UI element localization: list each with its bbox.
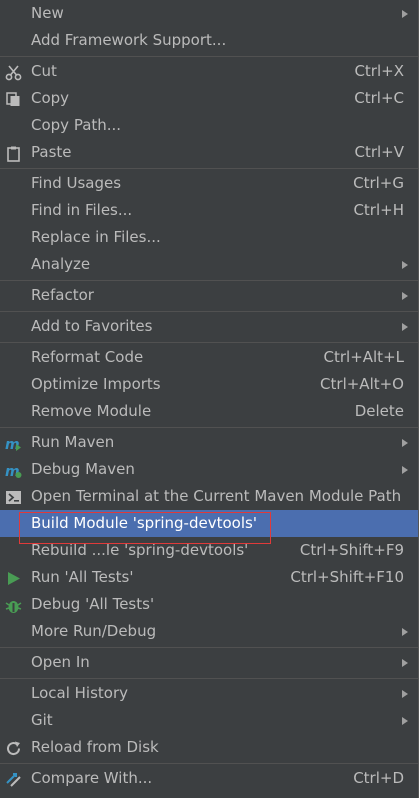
menu-item-shortcut: Ctrl+Alt+O [320, 375, 404, 393]
menu-item-optimize-imports[interactable]: Optimize Imports Ctrl+Alt+O [0, 371, 418, 398]
menu-item-copy-path[interactable]: Copy Path... [0, 112, 418, 139]
menu-item-label: Refactor [31, 286, 94, 304]
menu-item-add-to-favorites[interactable]: Add to Favorites [0, 313, 418, 340]
reload-icon [5, 739, 22, 756]
menu-separator [0, 763, 418, 764]
menu-item-label: Copy [31, 89, 70, 107]
menu-item-label: Remove Module [31, 402, 152, 420]
menu-item-find-in-files[interactable]: Find in Files... Ctrl+H [0, 197, 418, 224]
menu-item-label: Git [31, 711, 53, 729]
submenu-arrow-icon [402, 659, 408, 667]
menu-item-label: Open In [31, 653, 90, 671]
menu-item-rebuild-le-spring-devtools[interactable]: Rebuild ...le 'spring-devtools' Ctrl+Shif… [0, 537, 418, 564]
submenu-arrow-icon [402, 261, 408, 269]
menu-item-label: Replace in Files... [31, 228, 161, 246]
menu-item-label: Optimize Imports [31, 375, 161, 393]
menu-item-reformat-code[interactable]: Reformat Code Ctrl+Alt+L [0, 344, 418, 371]
menu-item-label: Debug 'All Tests' [31, 595, 155, 613]
submenu-arrow-icon [402, 439, 408, 447]
menu-item-label: Compare With... [31, 769, 153, 787]
menu-item-label: Local History [31, 684, 129, 702]
menu-item-label: Run 'All Tests' [31, 568, 134, 586]
menu-item-open-in[interactable]: Open In [0, 649, 418, 676]
submenu-arrow-icon [402, 466, 408, 474]
menu-item-replace-in-files[interactable]: Replace in Files... [0, 224, 418, 251]
submenu-arrow-icon [402, 10, 408, 18]
menu-item-shortcut: Ctrl+Shift+F10 [290, 568, 404, 586]
menu-item-label: Paste [31, 143, 72, 161]
context-menu: New Add Framework Support... Cut Ctrl+X Copy… [0, 0, 419, 798]
menu-item-local-history[interactable]: Local History [0, 680, 418, 707]
menu-item-label: Find in Files... [31, 201, 133, 219]
menu-item-find-usages[interactable]: Find Usages Ctrl+G [0, 170, 418, 197]
scissors-icon [5, 63, 22, 81]
menu-item-shortcut: Delete [354, 402, 404, 420]
menu-item-label: Analyze [31, 255, 91, 273]
menu-item-debug-maven[interactable]: m Debug Maven [0, 456, 418, 483]
submenu-arrow-icon [402, 323, 408, 331]
menu-item-shortcut: Ctrl+Shift+F9 [299, 541, 404, 559]
menu-item-label: Cut [31, 62, 57, 80]
menu-item-label: Reload from Disk [31, 738, 159, 756]
run-icon [5, 569, 22, 586]
menu-item-shortcut: Ctrl+D [353, 769, 404, 787]
menu-item-paste[interactable]: Paste Ctrl+V [0, 139, 418, 166]
menu-item-reload-from-disk[interactable]: Reload from Disk [0, 734, 418, 761]
menu-separator [0, 427, 418, 428]
menu-separator [0, 280, 418, 281]
menu-separator [0, 168, 418, 169]
menu-separator [0, 56, 418, 57]
menu-separator [0, 678, 418, 679]
menu-item-add-framework-support[interactable]: Add Framework Support... [0, 27, 418, 54]
menu-separator [0, 342, 418, 343]
menu-item-label: New [31, 4, 64, 22]
menu-item-open-terminal-at-the-current-maven-module-path[interactable]: Open Terminal at the Current Maven Modul… [0, 483, 418, 510]
menu-item-shortcut: Ctrl+H [353, 201, 404, 219]
terminal-icon [5, 488, 22, 505]
maven-debug-icon: m [5, 461, 22, 480]
submenu-arrow-icon [402, 717, 408, 725]
menu-item-label: Copy Path... [31, 116, 122, 134]
menu-item-label: More Run/Debug [31, 622, 157, 640]
menu-item-shortcut: Ctrl+V [354, 143, 404, 161]
menu-item-remove-module[interactable]: Remove Module Delete [0, 398, 418, 425]
menu-item-label: Add Framework Support... [31, 31, 227, 49]
menu-item-shortcut: Ctrl+Alt+L [323, 348, 405, 366]
menu-item-debug-all-tests[interactable]: Debug 'All Tests' [0, 591, 418, 618]
menu-item-copy[interactable]: Copy Ctrl+C [0, 85, 418, 112]
menu-item-cut[interactable]: Cut Ctrl+X [0, 58, 418, 85]
copy-icon [5, 90, 22, 107]
menu-item-shortcut: Ctrl+C [354, 89, 404, 107]
menu-item-label: Rebuild ...le 'spring-devtools' [31, 541, 249, 559]
menu-item-label: Build Module 'spring-devtools' [31, 514, 257, 532]
submenu-arrow-icon [402, 690, 408, 698]
debug-icon [5, 596, 22, 613]
menu-item-label: Debug Maven [31, 460, 135, 478]
menu-item-run-all-tests[interactable]: Run 'All Tests' Ctrl+Shift+F10 [0, 564, 418, 591]
menu-item-compare-with[interactable]: Compare With... Ctrl+D [0, 765, 418, 792]
maven-run-icon: m [5, 434, 22, 453]
menu-item-label: Add to Favorites [31, 317, 153, 335]
submenu-arrow-icon [402, 628, 408, 636]
submenu-arrow-icon [402, 292, 408, 300]
menu-item-shortcut: Ctrl+X [354, 62, 404, 80]
compare-icon [5, 770, 22, 787]
menu-item-label: Open Terminal at the Current Maven Modul… [31, 487, 402, 505]
menu-item-more-run-debug[interactable]: More Run/Debug [0, 618, 418, 645]
menu-separator [0, 311, 418, 312]
menu-item-shortcut: Ctrl+G [353, 174, 404, 192]
menu-item-analyze[interactable]: Analyze [0, 251, 418, 278]
menu-item-label: Run Maven [31, 433, 115, 451]
menu-item-label: Find Usages [31, 174, 122, 192]
clipboard-icon [5, 144, 22, 162]
menu-item-run-maven[interactable]: m Run Maven [0, 429, 418, 456]
menu-item-git[interactable]: Git [0, 707, 418, 734]
menu-item-build-module-spring-devtools[interactable]: Build Module 'spring-devtools' [0, 510, 418, 537]
menu-item-label: Reformat Code [31, 348, 144, 366]
menu-item-new[interactable]: New [0, 0, 418, 27]
menu-item-refactor[interactable]: Refactor [0, 282, 418, 309]
menu-separator [0, 647, 418, 648]
